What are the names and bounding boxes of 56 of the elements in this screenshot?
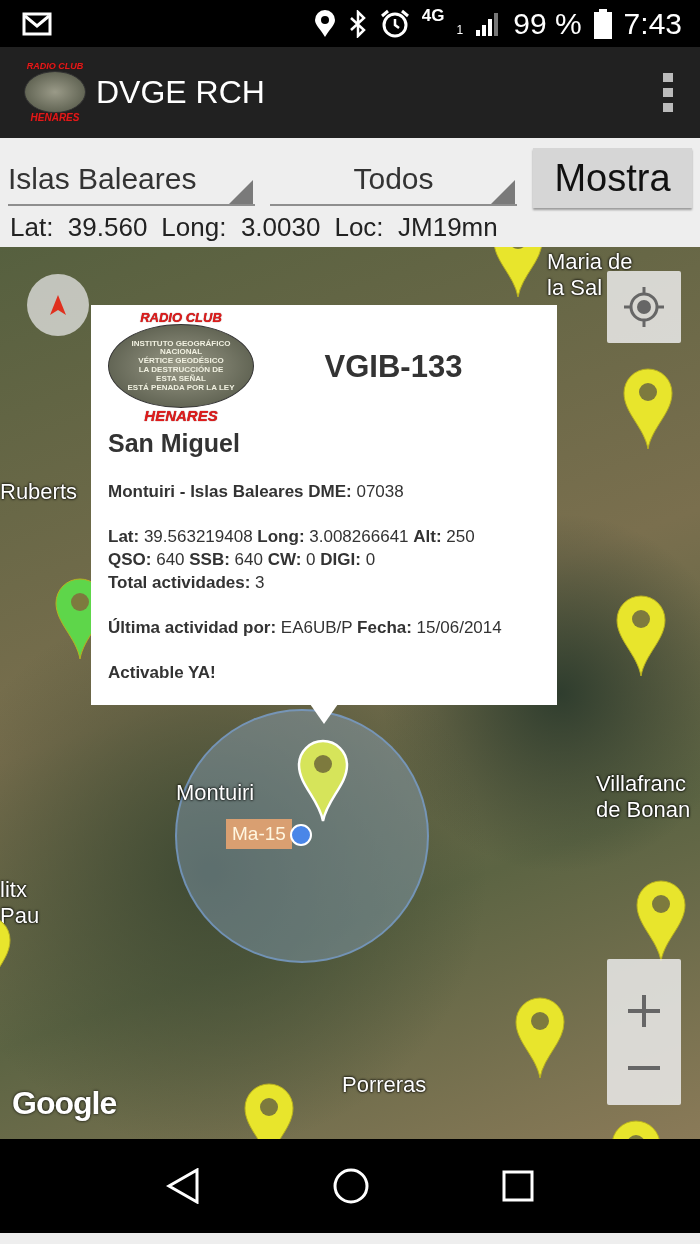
location-icon [313, 9, 336, 38]
place-label: Porreras [342, 1072, 427, 1098]
plus-icon[interactable] [626, 993, 662, 1029]
dropdown-corner-icon [229, 180, 253, 204]
logo-top-text: RADIO CLUB [140, 311, 222, 324]
home-icon[interactable] [332, 1167, 370, 1205]
my-location-button[interactable] [607, 271, 681, 343]
info-line: Activable YA! [108, 662, 217, 684]
logo-oval-text: INSTITUTO GEOGRÁFICO [131, 339, 231, 349]
battery-percent-text: 99 % [513, 6, 582, 41]
info-line: QSO: 640 SSB: 640 CW: 0 DIGI: 0 [108, 549, 377, 571]
logo-bottom-text: HENARES [144, 408, 218, 423]
network-type-text: 4G [421, 6, 445, 26]
region-dropdown[interactable]: Islas Baleares [8, 148, 255, 206]
place-label: litx Pau [0, 877, 40, 929]
map-marker[interactable] [615, 594, 667, 678]
crosshair-icon [624, 287, 664, 327]
clock-time: 7:43 [623, 6, 682, 41]
map-marker[interactable] [622, 367, 674, 451]
logo-oval-text: NACIONAL [159, 348, 203, 357]
position-text: Long: 3.0030 [161, 212, 321, 243]
info-line: Lat: 39.563219408 Long: 3.008266641 Alt: 250 [108, 526, 476, 548]
logo-top-text: RADIO CLUB [26, 62, 84, 71]
compass-needle-icon [50, 295, 66, 315]
recent-apps-icon[interactable] [502, 1170, 534, 1202]
logo-oval-text: ESTA SEÑAL [156, 374, 206, 384]
station-code: VGIB-133 [323, 349, 464, 385]
position-text: Loc: JM19mn [334, 212, 498, 243]
place-label: Villafranc de Bonan [596, 771, 691, 823]
alarm-clock-icon [379, 8, 410, 39]
battery-icon [593, 8, 612, 39]
info-line: Última actividad por: EA6UB/P Fecha: 15/06/2014 [108, 617, 503, 639]
logo-bottom-text: HENARES [30, 113, 80, 123]
place-label: Montuiri [176, 780, 255, 806]
show-button[interactable]: Mostra [533, 148, 692, 208]
overflow-menu-icon[interactable] [662, 72, 674, 113]
logo-oval-text: VÉRTICE GEODÉSICO [138, 357, 224, 366]
info-line: Total actividades: 3 [108, 572, 266, 594]
back-icon[interactable] [166, 1168, 200, 1204]
minus-icon[interactable] [626, 1065, 662, 1071]
place-label: Ruberts [0, 479, 78, 505]
station-name: San Miguel [108, 429, 241, 458]
map-marker[interactable] [514, 996, 566, 1080]
info-line: Montuiri - Islas Baleares DME: 07038 [108, 481, 405, 503]
logo-oval-text: ESTÁ PENADA POR LA LEY [127, 383, 235, 393]
position-text: Lat: 39.560 [10, 212, 148, 243]
road-label: Ma-15 [226, 819, 292, 849]
dropdown-corner-icon [491, 180, 515, 204]
place-label: Maria de la Sal [547, 249, 633, 301]
logo-oval-text: LA DESTRUCCIÓN DE [138, 366, 224, 374]
mail-icon [22, 11, 52, 36]
google-logo: Google [12, 1085, 117, 1122]
zoom-control[interactable] [607, 959, 681, 1105]
sim-slot-text: 1 [456, 23, 464, 37]
app-title: DVGE RCH [96, 74, 265, 111]
type-dropdown[interactable]: Todos [270, 148, 517, 206]
